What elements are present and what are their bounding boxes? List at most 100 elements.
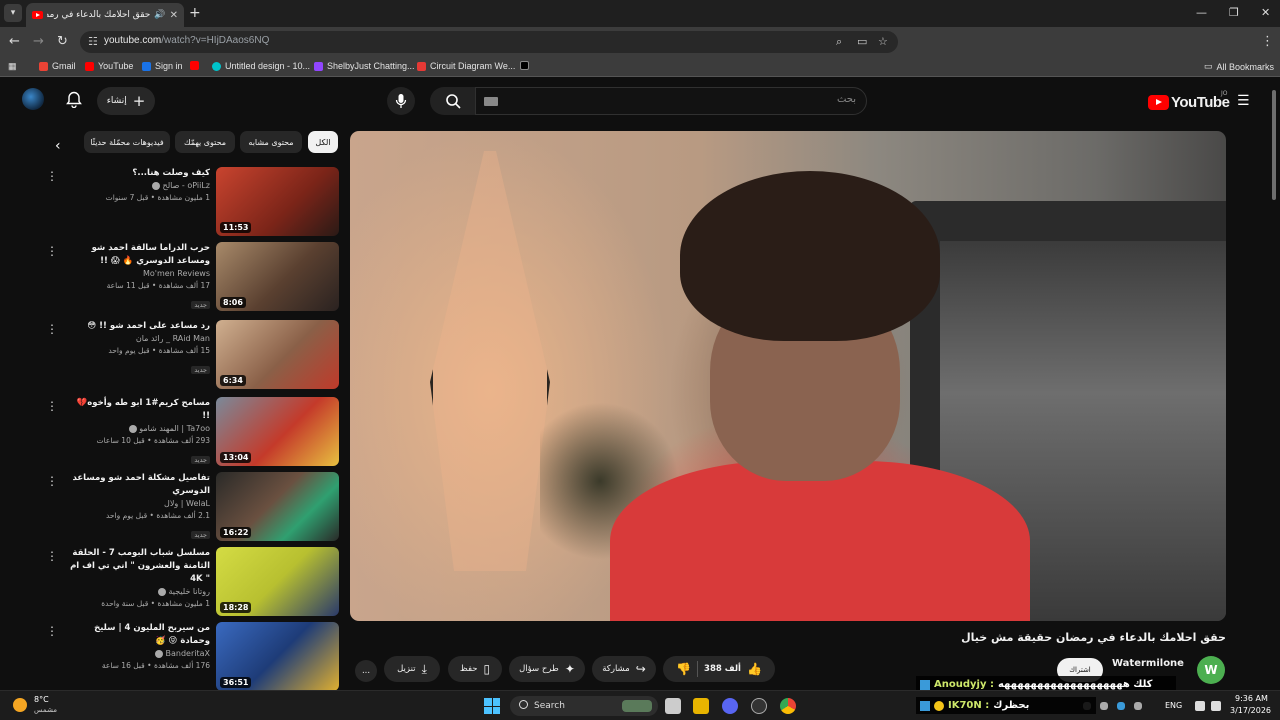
recommendation-title[interactable]: تفاصيل مشكلة احمد شو ومساعد الدوسري: [70, 472, 210, 498]
more-actions-button[interactable]: ...: [355, 660, 377, 682]
recommendation-channel[interactable]: RAid Man _ رائد مان: [70, 333, 210, 345]
reload-icon[interactable]: ↻: [57, 34, 68, 49]
weather-description[interactable]: مشمس: [34, 706, 57, 714]
search-highlight-icon[interactable]: [622, 700, 652, 712]
recommendation-item[interactable]: ⋮ رد مساعد على احمد شو !! 😳 RAid Man _ ر…: [40, 320, 340, 390]
notifications-bell-icon[interactable]: [66, 91, 82, 112]
share-button[interactable]: مشاركة ↪: [592, 656, 656, 682]
save-button[interactable]: حفظ ▯: [448, 656, 502, 682]
recommendation-channel[interactable]: روتانا خليجية: [70, 586, 210, 598]
chip-similar[interactable]: محتوى مشابه: [240, 131, 302, 153]
more-options-icon[interactable]: ⋮: [46, 549, 58, 563]
ask-question-button[interactable]: طرح سؤال ✦: [509, 656, 585, 682]
tray-icon[interactable]: [1134, 702, 1142, 710]
recommendation-item[interactable]: ⋮ من سيربح المليون 4 | سليخ وحمادة 😝 🥳 B…: [40, 622, 340, 692]
duration-badge: 6:34: [220, 375, 246, 386]
menu-icon[interactable]: ☰: [1237, 94, 1251, 108]
cast-icon[interactable]: ▭: [857, 35, 867, 48]
bookmark-sign-in[interactable]: Sign in: [142, 61, 183, 71]
chip-all[interactable]: الكل: [308, 131, 338, 153]
recommendation-title[interactable]: رد مساعد على احمد شو !! 😳: [70, 320, 210, 333]
weather-temperature[interactable]: 8°C: [34, 695, 49, 704]
site-info-icon[interactable]: ☷: [88, 35, 98, 48]
tray-icon[interactable]: [1100, 702, 1108, 710]
maximize-icon[interactable]: ❐: [1229, 6, 1239, 19]
more-options-icon[interactable]: ⋮: [46, 322, 58, 336]
file-explorer-icon[interactable]: [693, 698, 709, 714]
bookmark-canva[interactable]: Untitled design - 10...: [212, 61, 310, 71]
more-options-icon[interactable]: ⋮: [46, 474, 58, 488]
sun-icon[interactable]: [13, 698, 27, 712]
task-view-icon[interactable]: [665, 698, 681, 714]
recommendation-channel[interactable]: Mo'men Reviews: [70, 268, 210, 280]
search-input[interactable]: بحث: [475, 87, 867, 115]
recommendation-title[interactable]: كيف وصلت هنا...؟: [70, 167, 210, 180]
chrome-menu-icon[interactable]: ⋮: [1261, 34, 1274, 49]
apps-grid-icon[interactable]: ▦: [8, 61, 17, 72]
url-text[interactable]: youtube.com/watch?v=HIjDAaos6NQ: [104, 35, 269, 46]
more-options-icon[interactable]: ⋮: [46, 399, 58, 413]
bookmark-youtube-2[interactable]: [190, 61, 199, 70]
forward-icon[interactable]: →: [33, 34, 44, 49]
recommendation-item[interactable]: ⋮ مسلسل شباب البومب 7 - الحلقة الثامنة و…: [40, 547, 340, 617]
tab-search-dropdown-icon[interactable]: ▾: [4, 4, 22, 22]
account-avatar[interactable]: [22, 88, 44, 110]
all-bookmarks[interactable]: ▭ All Bookmarks: [1204, 61, 1274, 72]
discord-icon[interactable]: [722, 698, 738, 714]
close-tab-icon[interactable]: ✕: [170, 10, 178, 21]
create-button[interactable]: إنشاء +: [97, 87, 155, 115]
chip-recent[interactable]: فيديوهات محمّلة حديثًا: [84, 131, 170, 153]
bookmark-youtube[interactable]: YouTube: [85, 61, 133, 71]
video-player[interactable]: [350, 131, 1226, 621]
clock-date[interactable]: 3/17/2026: [1230, 706, 1271, 715]
more-options-icon[interactable]: ⋮: [46, 169, 58, 183]
recommendation-channel[interactable]: Ta7oo | المهند شامو: [70, 423, 210, 435]
recommendation-title[interactable]: من سيربح المليون 4 | سليخ وحمادة 😝 🥳: [70, 622, 210, 648]
dislike-icon[interactable]: 👎: [676, 662, 691, 676]
recommendation-channel[interactable]: BanderitaX: [70, 648, 210, 660]
bookmark-gmail[interactable]: Gmail: [39, 61, 76, 71]
language-indicator[interactable]: ENG: [1165, 701, 1182, 710]
recommendation-channel[interactable]: oPiiLz - صالح: [70, 180, 210, 192]
voice-search-button[interactable]: [387, 87, 415, 115]
wifi-icon[interactable]: [1195, 701, 1205, 711]
channel-name[interactable]: Watermilone: [1112, 658, 1184, 669]
new-tab-icon[interactable]: +: [189, 5, 201, 21]
recommendation-title[interactable]: حرب الدراما سالفة احمد شو ومساعد الدوسري…: [70, 242, 210, 268]
address-bar[interactable]: ☷ youtube.com/watch?v=HIjDAaos6NQ ⌕ ▭ ☆: [80, 31, 898, 53]
recommendation-item[interactable]: ⋮ تفاصيل مشكلة احمد شو ومساعد الدوسري We…: [40, 472, 340, 542]
volume-icon[interactable]: [1211, 701, 1221, 711]
channel-avatar[interactable]: W: [1197, 656, 1225, 684]
bookmark-star-icon[interactable]: ☆: [878, 35, 888, 48]
zoom-icon[interactable]: ⌕: [836, 35, 842, 49]
recommendation-item[interactable]: ⋮ كيف وصلت هنا...؟ oPiiLz - صالح 1 مليون…: [40, 167, 340, 237]
recommendation-channel[interactable]: WelaL | ولال: [70, 498, 210, 510]
clock-time[interactable]: 9:36 AM: [1235, 694, 1268, 703]
keyboard-icon[interactable]: [484, 97, 498, 106]
speaker-icon[interactable]: 🔊: [154, 10, 165, 20]
chrome-icon[interactable]: [780, 698, 796, 714]
recommendation-title[interactable]: مسلسل شباب البومب 7 - الحلقة الثامنة وال…: [70, 547, 210, 586]
download-button[interactable]: تنزيل ⤓: [384, 656, 440, 682]
chip-interests[interactable]: محتوى يهمّك: [175, 131, 235, 153]
steam-icon[interactable]: [751, 698, 767, 714]
close-window-icon[interactable]: ✕: [1261, 6, 1270, 19]
recommendation-title[interactable]: مسامح كريم#1 ابو طه وأخوه💔 !!: [70, 397, 210, 423]
youtube-logo[interactable]: YouTube: [1148, 94, 1230, 111]
bookmark-twitch[interactable]: ShelbyJust Chatting...: [314, 61, 415, 71]
windows-start-icon[interactable]: [484, 698, 500, 714]
bookmark-x[interactable]: [520, 61, 529, 70]
search-button[interactable]: [430, 87, 475, 115]
like-icon[interactable]: 👍: [747, 662, 762, 676]
recommendation-item[interactable]: ⋮ حرب الدراما سالفة احمد شو ومساعد الدوس…: [40, 242, 340, 312]
minimize-icon[interactable]: —: [1196, 6, 1207, 19]
recommendation-item[interactable]: ⋮ مسامح كريم#1 ابو طه وأخوه💔 !! Ta7oo | …: [40, 397, 340, 467]
chevron-left-icon[interactable]: ‹: [55, 138, 61, 154]
tray-icon[interactable]: [1117, 702, 1125, 710]
back-icon[interactable]: ←: [9, 34, 20, 49]
more-options-icon[interactable]: ⋮: [46, 624, 58, 638]
page-scrollbar[interactable]: [1272, 90, 1276, 200]
more-options-icon[interactable]: ⋮: [46, 244, 58, 258]
browser-tab-active[interactable]: حقق احلامك بالدعاء في رمضا... 🔊 ✕: [26, 3, 184, 27]
bookmark-circuit[interactable]: Circuit Diagram We...: [417, 61, 515, 71]
